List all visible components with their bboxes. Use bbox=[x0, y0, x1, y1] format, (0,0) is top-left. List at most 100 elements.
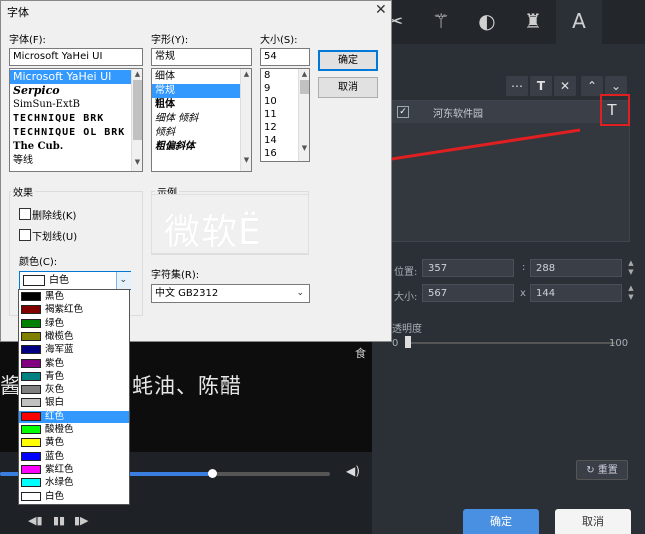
size-list[interactable]: 8 9 10 11 12 14 16 ▲ ▼ bbox=[260, 68, 310, 162]
position-x-input[interactable]: 357 bbox=[422, 259, 514, 277]
size-width-input[interactable]: 567 bbox=[422, 284, 514, 302]
style-item[interactable]: 细体 bbox=[152, 70, 240, 84]
color-option-label: 水绿色 bbox=[45, 477, 74, 489]
brightness-icon[interactable]: ◐ bbox=[464, 0, 510, 44]
scroll-up-icon[interactable]: ▲ bbox=[299, 70, 309, 78]
position-separator: : bbox=[522, 262, 526, 273]
size-item[interactable]: 11 bbox=[261, 108, 298, 121]
stamp-icon[interactable]: ♜ bbox=[510, 0, 556, 44]
color-option[interactable]: 黑色 bbox=[19, 291, 129, 303]
color-dropdown-list[interactable]: 黑色 褐紫红色绿色 橄榄色 海军蓝紫色 青色灰色 银白 红色 酸橙色 黄色蓝色 紫红色水绿色白色 bbox=[18, 289, 130, 505]
style-list-scrollbar[interactable]: ▲ ▼ bbox=[240, 69, 251, 171]
style-input[interactable]: 常规 bbox=[151, 48, 252, 66]
chevron-down-icon: ⌄ bbox=[119, 275, 127, 285]
style-item[interactable]: 细体 倾斜 bbox=[152, 112, 240, 126]
size-item[interactable]: 8 bbox=[261, 69, 298, 82]
editor-cancel-button[interactable]: 取消 bbox=[555, 509, 631, 534]
size-input[interactable]: 54 bbox=[260, 48, 310, 66]
position-y-spinner[interactable]: ▲ ▼ bbox=[626, 259, 636, 277]
font-item[interactable]: SimSun-ExtB bbox=[10, 98, 131, 112]
font-list-scrollbar[interactable]: ▲ ▼ bbox=[131, 69, 142, 171]
color-option[interactable]: 水绿色 bbox=[19, 477, 129, 489]
color-swatch bbox=[21, 411, 41, 421]
scroll-down-icon[interactable]: ▼ bbox=[132, 158, 142, 166]
color-swatch bbox=[21, 438, 41, 448]
reset-button[interactable]: ↻ 重置 bbox=[576, 460, 628, 480]
color-option[interactable]: 紫色 bbox=[19, 358, 129, 370]
color-option[interactable]: 黄色 bbox=[19, 437, 129, 449]
color-combo[interactable]: 白色 ⌄ bbox=[19, 271, 131, 290]
style-item[interactable]: 粗体 bbox=[152, 98, 240, 112]
editor-ok-button[interactable]: 确定 bbox=[463, 509, 539, 534]
style-item[interactable]: 常规 bbox=[152, 84, 240, 98]
color-option-label: 海军蓝 bbox=[45, 344, 74, 356]
color-option-label: 褐紫红色 bbox=[45, 304, 84, 316]
font-list[interactable]: Microsoft YaHei UI Serpico SimSun-ExtB T… bbox=[9, 68, 143, 172]
color-option[interactable]: 银白 bbox=[19, 397, 129, 409]
font-item[interactable]: Microsoft YaHei UI bbox=[10, 70, 131, 84]
color-option-label: 黄色 bbox=[45, 437, 65, 449]
font-name-input[interactable]: Microsoft YaHei UI bbox=[9, 48, 143, 66]
opacity-max: 100 bbox=[609, 338, 629, 349]
color-option[interactable]: 青色 bbox=[19, 371, 129, 383]
color-option[interactable]: 白色 bbox=[19, 491, 129, 503]
color-option[interactable]: 海军蓝 bbox=[19, 344, 129, 356]
color-option-label: 紫红色 bbox=[45, 463, 74, 475]
size-height-spinner[interactable]: ▲ ▼ bbox=[626, 284, 636, 302]
progress-knob[interactable] bbox=[208, 469, 217, 478]
scroll-up-icon[interactable]: ▲ bbox=[241, 70, 251, 78]
next-frame-icon[interactable]: ▮▶ bbox=[74, 514, 89, 527]
pause-icon[interactable]: ▮▮ bbox=[53, 514, 65, 527]
add-text-icon[interactable]: T bbox=[530, 76, 552, 96]
prev-frame-icon[interactable]: ◀▮ bbox=[28, 514, 43, 527]
move-down-icon[interactable]: ⌄ bbox=[605, 76, 627, 96]
color-option[interactable]: 褐紫红色 bbox=[19, 304, 129, 316]
scroll-thumb[interactable] bbox=[133, 80, 142, 140]
charset-combo[interactable]: 中文 GB2312 ⌄ bbox=[151, 284, 310, 303]
color-option[interactable]: 橄榄色 bbox=[19, 331, 129, 343]
dialog-cancel-button[interactable]: 取消 bbox=[318, 77, 378, 98]
font-item[interactable]: The Cub. bbox=[10, 140, 131, 154]
magic-wand-icon[interactable]: ⚚ bbox=[418, 0, 464, 44]
scroll-up-icon[interactable]: ▲ bbox=[132, 70, 142, 78]
color-option[interactable]: 红色 bbox=[19, 410, 129, 423]
scroll-down-icon[interactable]: ▼ bbox=[299, 144, 309, 152]
font-item[interactable]: TECHNIQUE BRK bbox=[10, 112, 131, 126]
dialog-ok-button[interactable]: 确定 bbox=[318, 50, 378, 71]
font-item[interactable]: Serpico bbox=[10, 84, 131, 98]
opacity-slider[interactable] bbox=[407, 342, 615, 344]
size-item[interactable]: 10 bbox=[261, 95, 298, 108]
color-option[interactable]: 灰色 bbox=[19, 384, 129, 396]
text-tool-icon[interactable]: A bbox=[556, 0, 602, 44]
color-option[interactable]: 蓝色 bbox=[19, 451, 129, 463]
close-icon[interactable]: ✕ bbox=[375, 2, 387, 18]
opacity-min: 0 bbox=[392, 338, 399, 349]
opacity-slider-knob[interactable] bbox=[405, 336, 411, 348]
delete-icon[interactable]: ✕ bbox=[554, 76, 576, 96]
position-y-input[interactable]: 288 bbox=[530, 259, 622, 277]
size-item[interactable]: 16 bbox=[261, 147, 298, 160]
color-option[interactable]: 酸橙色 bbox=[19, 424, 129, 436]
move-up-icon[interactable]: ⌃ bbox=[581, 76, 603, 96]
size-height-input[interactable]: 144 bbox=[530, 284, 622, 302]
volume-icon[interactable]: ◀) bbox=[346, 464, 360, 478]
style-list[interactable]: 细体 常规 粗体 细体 倾斜 倾斜 粗偏斜体 ▲ ▼ bbox=[151, 68, 252, 172]
font-item[interactable]: 等线 bbox=[10, 154, 131, 168]
size-item[interactable]: 14 bbox=[261, 134, 298, 147]
font-item[interactable]: TECHNIQUE OL BRK bbox=[10, 126, 131, 140]
more-icon[interactable]: ⋯ bbox=[506, 76, 528, 96]
scroll-thumb[interactable] bbox=[300, 80, 309, 94]
color-option-label: 青色 bbox=[45, 370, 65, 382]
size-item[interactable]: 9 bbox=[261, 82, 298, 95]
layer-visible-checkbox[interactable]: ✓ bbox=[397, 106, 409, 118]
color-option[interactable]: 绿色 bbox=[19, 318, 129, 330]
underline-checkbox[interactable] bbox=[19, 229, 31, 241]
strikeout-checkbox[interactable] bbox=[19, 208, 31, 220]
size-item[interactable]: 12 bbox=[261, 121, 298, 134]
color-option[interactable]: 紫红色 bbox=[19, 464, 129, 476]
size-list-scrollbar[interactable]: ▲ ▼ bbox=[298, 69, 309, 161]
scroll-down-icon[interactable]: ▼ bbox=[241, 156, 251, 164]
color-swatch bbox=[21, 385, 41, 395]
style-item[interactable]: 粗偏斜体 bbox=[152, 140, 240, 154]
style-item[interactable]: 倾斜 bbox=[152, 126, 240, 140]
